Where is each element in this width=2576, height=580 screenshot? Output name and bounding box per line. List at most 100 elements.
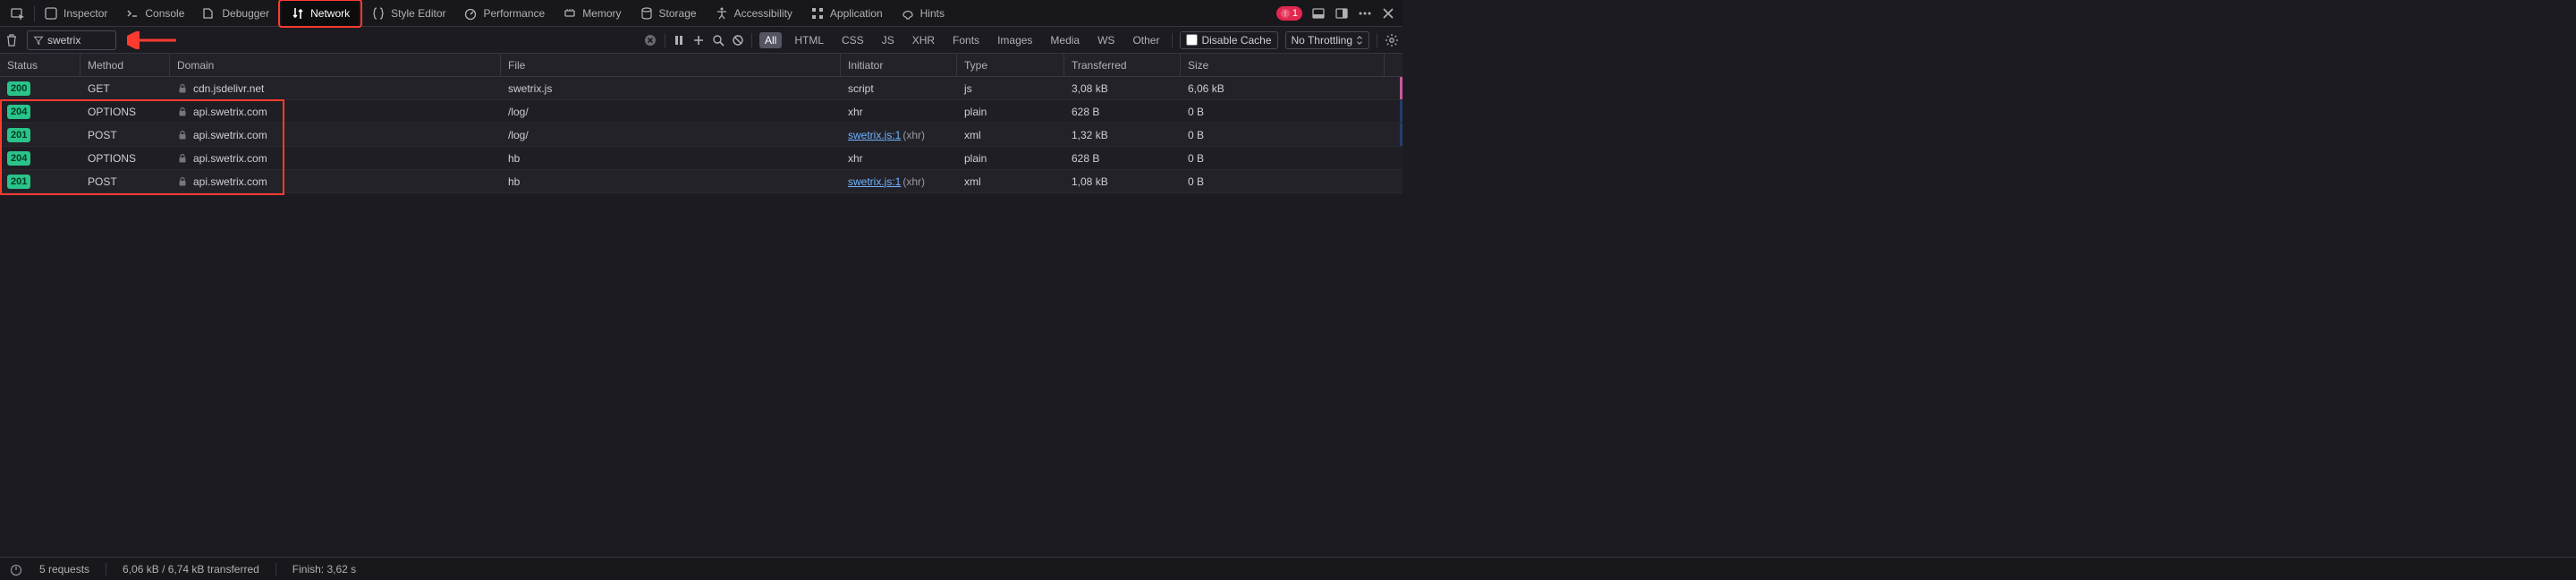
close-icon[interactable] bbox=[1381, 6, 1395, 21]
tab-label: Style Editor bbox=[391, 7, 445, 20]
filter-input-wrapper[interactable] bbox=[27, 30, 116, 50]
clear-button[interactable] bbox=[4, 32, 20, 48]
memory-icon bbox=[563, 6, 577, 21]
tab-network[interactable]: Network bbox=[282, 1, 359, 26]
table-row[interactable]: 204OPTIONSapi.swetrix.com/log/xhrplain62… bbox=[0, 100, 1402, 124]
tab-storage[interactable]: Storage bbox=[631, 1, 706, 26]
cell-size: 0 B bbox=[1181, 170, 1385, 192]
updown-icon bbox=[1356, 36, 1363, 45]
table-row[interactable]: 200GETcdn.jsdelivr.netswetrix.jsscriptjs… bbox=[0, 77, 1402, 100]
cell-transferred: 3,08 kB bbox=[1064, 77, 1181, 99]
disable-cache-checkbox[interactable] bbox=[1186, 34, 1198, 46]
cell-transferred: 1,08 kB bbox=[1064, 170, 1181, 192]
row-marker bbox=[1400, 100, 1402, 123]
tab-label: Accessibility bbox=[734, 7, 792, 20]
console-icon bbox=[125, 6, 140, 21]
cell-size: 6,06 kB bbox=[1181, 77, 1385, 99]
dock-side-icon[interactable] bbox=[1311, 6, 1326, 21]
filter-other[interactable]: Other bbox=[1127, 32, 1165, 48]
table-row[interactable]: 201POSTapi.swetrix.com/log/swetrix.js:1 … bbox=[0, 124, 1402, 147]
status-transferred: 6,06 kB / 6,74 kB transferred bbox=[123, 563, 259, 576]
cell-type: xml bbox=[957, 170, 1064, 192]
initiator-link[interactable]: swetrix.js:1 bbox=[848, 129, 901, 141]
pause-icon[interactable] bbox=[673, 34, 685, 47]
col-transferred[interactable]: Transferred bbox=[1064, 54, 1181, 76]
clear-filter-icon[interactable] bbox=[643, 33, 657, 47]
more-icon[interactable] bbox=[1358, 6, 1372, 21]
tab-hints[interactable]: Hints bbox=[892, 1, 953, 26]
disable-cache-toggle[interactable]: Disable Cache bbox=[1180, 31, 1277, 49]
initiator-suffix: (xhr) bbox=[902, 129, 925, 141]
cell-initiator: script bbox=[841, 77, 957, 99]
col-file[interactable]: File bbox=[501, 54, 841, 76]
tab-performance[interactable]: Performance bbox=[454, 1, 554, 26]
row-marker bbox=[1400, 124, 1402, 146]
plus-icon[interactable] bbox=[692, 34, 705, 47]
initiator-text: xhr bbox=[848, 106, 863, 118]
gear-icon[interactable] bbox=[1385, 33, 1399, 47]
cell-transferred: 628 B bbox=[1064, 147, 1181, 169]
row-marker bbox=[1400, 170, 1402, 192]
tab-label: Storage bbox=[659, 7, 697, 20]
cell-size: 0 B bbox=[1181, 100, 1385, 123]
cell-file: hb bbox=[501, 147, 841, 169]
tab-label: Network bbox=[310, 7, 350, 20]
cell-file: swetrix.js bbox=[501, 77, 841, 99]
filter-xhr[interactable]: XHR bbox=[907, 32, 940, 48]
col-domain[interactable]: Domain bbox=[170, 54, 501, 76]
error-count: 1 bbox=[1292, 6, 1298, 21]
col-method[interactable]: Method bbox=[80, 54, 170, 76]
lock-icon bbox=[177, 107, 188, 117]
trash-icon bbox=[4, 33, 19, 47]
filter-all[interactable]: All bbox=[759, 32, 782, 48]
search-icon[interactable] bbox=[712, 34, 724, 47]
lock-icon bbox=[177, 176, 188, 187]
application-icon bbox=[810, 6, 825, 21]
col-size[interactable]: Size bbox=[1181, 54, 1385, 76]
table-row[interactable]: 201POSTapi.swetrix.comhbswetrix.js:1 (xh… bbox=[0, 170, 1402, 193]
cell-initiator: xhr bbox=[841, 100, 957, 123]
filter-ws[interactable]: WS bbox=[1092, 32, 1120, 48]
tab-accessibility[interactable]: Accessibility bbox=[706, 1, 801, 26]
throttling-select[interactable]: No Throttling bbox=[1285, 31, 1369, 49]
cell-domain: api.swetrix.com bbox=[170, 100, 501, 123]
filter-js[interactable]: JS bbox=[877, 32, 900, 48]
col-initiator[interactable]: Initiator bbox=[841, 54, 957, 76]
tab-memory[interactable]: Memory bbox=[554, 1, 630, 26]
tab-debugger[interactable]: Debugger bbox=[193, 1, 278, 26]
cell-domain: api.swetrix.com bbox=[170, 170, 501, 192]
initiator-text: script bbox=[848, 82, 874, 95]
lock-icon bbox=[177, 83, 188, 94]
cell-method: OPTIONS bbox=[80, 100, 170, 123]
tab-application[interactable]: Application bbox=[801, 1, 892, 26]
filter-media[interactable]: Media bbox=[1045, 32, 1085, 48]
pick-element-icon bbox=[11, 6, 25, 21]
error-count-badge[interactable]: ! 1 bbox=[1276, 6, 1302, 21]
tab-inspector[interactable]: Inspector bbox=[35, 1, 116, 26]
throttling-label: No Throttling bbox=[1292, 34, 1352, 47]
block-icon[interactable] bbox=[732, 34, 744, 47]
filter-css[interactable]: CSS bbox=[836, 32, 869, 48]
table-header: Status Method Domain File Initiator Type… bbox=[0, 54, 1402, 77]
tab-label: Application bbox=[830, 7, 883, 20]
hints-icon bbox=[901, 6, 915, 21]
col-type[interactable]: Type bbox=[957, 54, 1064, 76]
tab-label: Inspector bbox=[64, 7, 107, 20]
cell-file: hb bbox=[501, 170, 841, 192]
filter-input[interactable] bbox=[47, 34, 110, 47]
pick-element-button[interactable] bbox=[2, 1, 34, 26]
tab-style-editor[interactable]: Style Editor bbox=[362, 1, 454, 26]
filter-fonts[interactable]: Fonts bbox=[947, 32, 985, 48]
cell-method: POST bbox=[80, 170, 170, 192]
filter-images[interactable]: Images bbox=[992, 32, 1038, 48]
col-status[interactable]: Status bbox=[0, 54, 80, 76]
filter-html[interactable]: HTML bbox=[789, 32, 829, 48]
status-badge: 200 bbox=[7, 81, 30, 96]
dock-window-icon[interactable] bbox=[1335, 6, 1349, 21]
tab-console[interactable]: Console bbox=[116, 1, 193, 26]
cell-type: xml bbox=[957, 124, 1064, 146]
error-icon: ! bbox=[1281, 9, 1290, 18]
table-row[interactable]: 204OPTIONSapi.swetrix.comhbxhrplain628 B… bbox=[0, 147, 1402, 170]
perf-icon[interactable] bbox=[9, 562, 23, 576]
initiator-link[interactable]: swetrix.js:1 bbox=[848, 175, 901, 188]
